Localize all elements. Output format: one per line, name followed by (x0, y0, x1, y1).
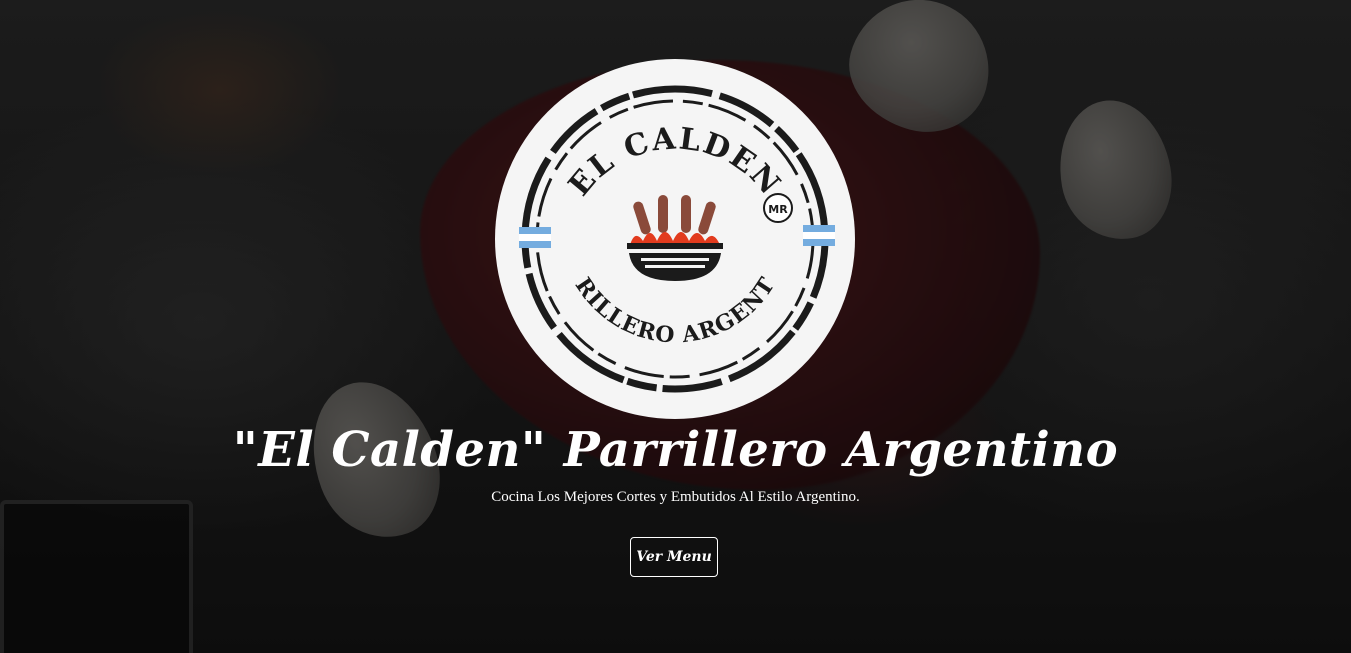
hero-section: EL CALDEN PARRILLERO ARGENTINO (0, 0, 1351, 653)
argentina-flag-icon (803, 225, 835, 246)
argentina-flag-icon (519, 227, 551, 248)
registered-mark-icon: MR (763, 193, 793, 223)
svg-text:MR: MR (768, 203, 788, 216)
page-subtitle: Cocina Los Mejores Cortes y Embutidos Al… (491, 489, 860, 505)
page-title: "El Calden" Parrillero Argentino (232, 422, 1119, 478)
grill-icon (627, 195, 723, 281)
hero-content: EL CALDEN PARRILLERO ARGENTINO (0, 0, 1351, 653)
view-menu-button[interactable]: Ver Menu (630, 537, 718, 577)
logo-top-text: EL CALDEN (562, 121, 788, 203)
brand-logo: EL CALDEN PARRILLERO ARGENTINO (495, 59, 855, 419)
